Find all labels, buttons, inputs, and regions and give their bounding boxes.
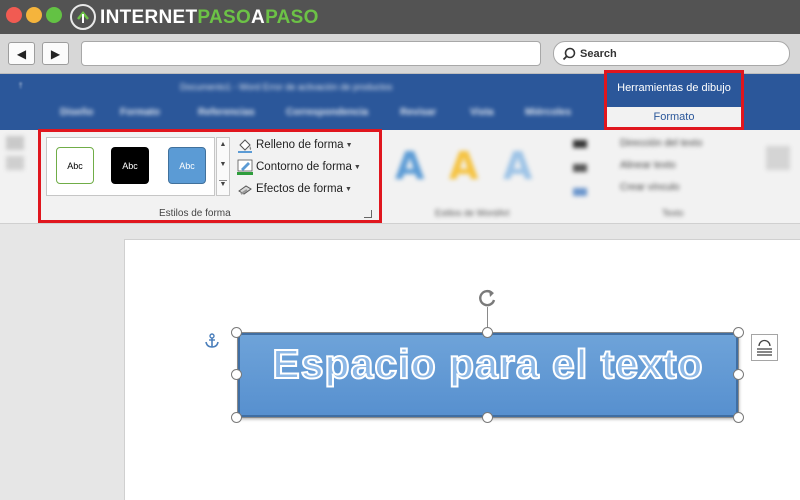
insert-shapes-group <box>4 134 32 174</box>
tab-formato[interactable]: Formato <box>607 107 741 127</box>
close-window-button[interactable] <box>6 7 22 23</box>
back-button[interactable]: ◀ <box>8 42 35 65</box>
resize-handle-left[interactable] <box>231 369 242 380</box>
align-text-button[interactable]: Alinear texto <box>620 160 676 171</box>
maximize-window-button[interactable] <box>46 7 62 23</box>
site-logo: INTERNETPASOAPASO <box>100 7 319 28</box>
tab-extra[interactable]: Miércoles <box>525 107 571 118</box>
layout-options-icon <box>757 339 772 356</box>
shape-styles-highlight <box>38 129 382 223</box>
resize-handle-bottom-right[interactable] <box>733 412 744 423</box>
wordart-style-2[interactable]: A <box>449 144 478 188</box>
wordart-styles-group: A A A Estilos de WordArt <box>385 130 555 223</box>
tab-diseno[interactable]: Diseño <box>60 107 93 118</box>
quick-access-icon: ↑ <box>18 80 23 91</box>
forward-button[interactable]: ▶ <box>42 42 69 65</box>
text-group: Dirección del texto Alinear texto Crear … <box>612 130 752 223</box>
resize-handle-top-left[interactable] <box>231 327 242 338</box>
wordart-style-1[interactable]: A <box>395 144 424 188</box>
tab-formato-pagina[interactable]: Formato <box>120 107 160 118</box>
resize-handle-bottom-left[interactable] <box>231 412 242 423</box>
document-title: Documento1 - Word Error de activación de… <box>180 82 393 92</box>
minimize-window-button[interactable] <box>26 7 42 23</box>
resize-handle-top-right[interactable] <box>733 327 744 338</box>
shape-text[interactable]: Espacio para el texto <box>240 340 736 388</box>
create-link-button[interactable]: Crear vínculo <box>620 182 679 193</box>
tab-vista[interactable]: Vista <box>470 107 494 118</box>
layout-options-button[interactable] <box>751 334 778 361</box>
text-direction-button[interactable]: Dirección del texto <box>620 138 702 149</box>
resize-handle-right[interactable] <box>733 369 744 380</box>
address-bar[interactable] <box>81 41 541 66</box>
anchor-icon <box>205 333 219 348</box>
drawing-tools-highlight: Herramientas de dibujo Formato <box>604 70 744 130</box>
search-input[interactable]: Search <box>553 41 790 66</box>
tab-revisar[interactable]: Revisar <box>400 107 436 118</box>
logo-arrow-icon <box>70 4 96 30</box>
browser-navbar: ◀ ▶ Search <box>0 34 800 74</box>
text-fill-controls <box>565 134 605 214</box>
search-placeholder: Search <box>580 48 617 60</box>
tab-referencias[interactable]: Referencias <box>198 107 255 118</box>
arrange-group <box>760 136 800 206</box>
text-group-label: Texto <box>662 208 684 218</box>
resize-handle-bottom[interactable] <box>482 412 493 423</box>
browser-titlebar: INTERNETPASOAPASO <box>0 0 800 34</box>
wordart-style-3[interactable]: A <box>503 144 532 188</box>
tab-correspondencia[interactable]: Correspondencia <box>286 107 368 118</box>
rotate-handle-icon[interactable] <box>476 287 498 309</box>
wordart-group-label: Estilos de WordArt <box>435 208 510 218</box>
search-icon <box>562 47 576 61</box>
drawing-tools-title: Herramientas de dibujo <box>617 82 731 94</box>
resize-handle-top[interactable] <box>482 327 493 338</box>
text-box-shape[interactable]: Espacio para el texto <box>238 333 738 417</box>
